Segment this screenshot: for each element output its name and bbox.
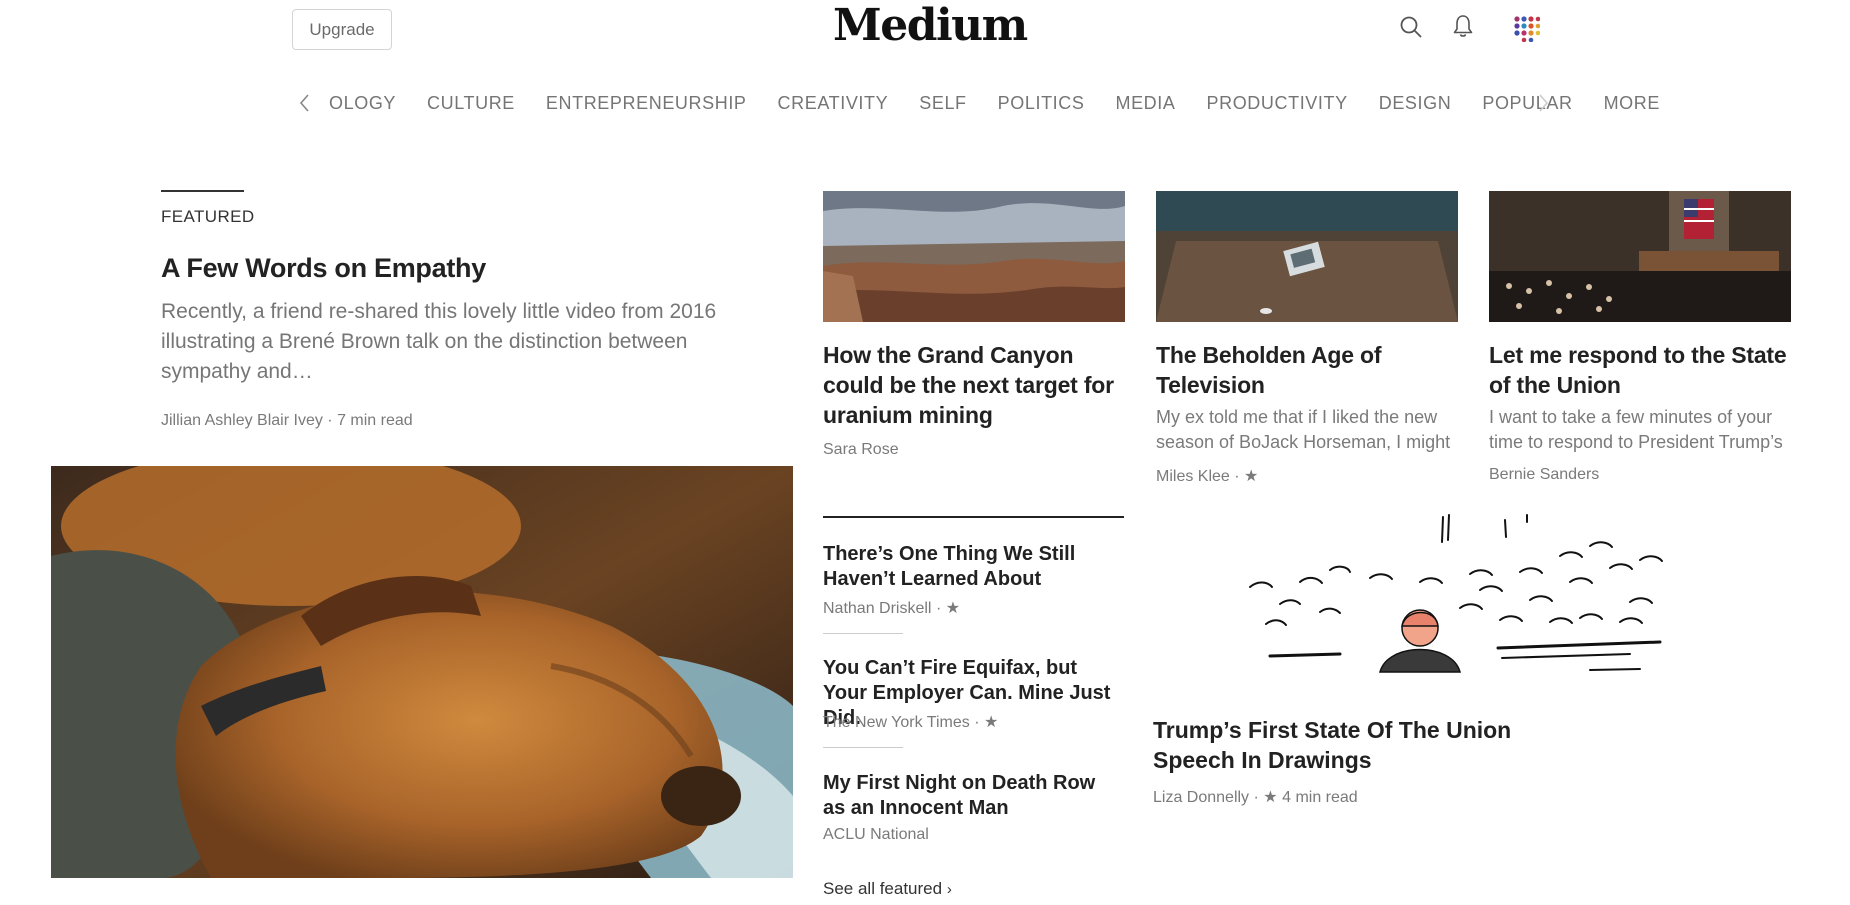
search-icon[interactable] <box>1398 14 1424 40</box>
card-meta-beholden-age: Miles Klee · ★ <box>1156 466 1258 486</box>
topic-popular[interactable]: POPULAR <box>1482 93 1572 114</box>
meta-dot: · <box>974 714 984 731</box>
star-icon: ★ <box>983 714 999 731</box>
featured-author[interactable]: Jillian Ashley Blair Ivey <box>161 412 323 429</box>
chevron-right-icon: › <box>946 881 952 898</box>
list-separator <box>823 633 903 634</box>
list-author-death-row[interactable]: ACLU National <box>823 826 929 844</box>
see-all-featured-link[interactable]: See all featured › <box>823 879 952 899</box>
topic-politics[interactable]: POLITICS <box>998 93 1085 114</box>
topic-self[interactable]: SELF <box>919 93 966 114</box>
topic-productivity[interactable]: PRODUCTIVITY <box>1207 93 1348 114</box>
topic-entrepreneurship[interactable]: ENTREPRENEURSHIP <box>546 93 747 114</box>
apps-icon[interactable] <box>1512 14 1540 42</box>
big-story-meta: Liza Donnelly · ★ 4 min read <box>1153 787 1358 807</box>
topic-list: OLOGY CULTURE ENTREPRENEURSHIP CREATIVIT… <box>329 88 1691 118</box>
list-author-one-thing[interactable]: Nathan Driskell <box>823 600 931 617</box>
chevron-right-icon[interactable] <box>1534 92 1552 114</box>
featured-rule <box>161 190 244 192</box>
topic-nav: OLOGY CULTURE ENTREPRENEURSHIP CREATIVIT… <box>296 88 1659 120</box>
drawing-image-state-of-union[interactable] <box>1230 512 1690 698</box>
big-story-author[interactable]: Liza Donnelly <box>1153 789 1249 806</box>
upgrade-button[interactable]: Upgrade <box>292 9 392 50</box>
list-meta-one-thing: Nathan Driskell · ★ <box>823 598 960 618</box>
list-author-equifax[interactable]: The New York Times <box>823 714 970 731</box>
card-title-grand-canyon[interactable]: How the Grand Canyon could be the next t… <box>823 340 1123 430</box>
medium-logo[interactable]: Medium <box>833 0 1028 52</box>
star-icon: ★ <box>1244 468 1259 485</box>
featured-title[interactable]: A Few Words on Empathy <box>161 253 486 284</box>
topic-media[interactable]: MEDIA <box>1115 93 1175 114</box>
list-separator <box>823 747 903 748</box>
featured-image-sleeping-dog[interactable] <box>51 466 793 878</box>
list-rule <box>823 516 1124 518</box>
featured-read-time: 7 min read <box>337 412 413 429</box>
see-all-label: See all featured <box>823 879 943 898</box>
card-title-state-of-union[interactable]: Let me respond to the State of the Union <box>1489 340 1799 400</box>
star-icon: ★ <box>945 600 961 617</box>
card-title-beholden-age[interactable]: The Beholden Age of Television <box>1156 340 1456 400</box>
meta-dot: · <box>1234 468 1245 485</box>
card-image-congress[interactable] <box>1489 191 1791 322</box>
topic-creativity[interactable]: CREATIVITY <box>778 93 889 114</box>
meta-dot: · <box>327 412 338 429</box>
list-meta-equifax: The New York Times · ★ <box>823 712 998 732</box>
meta-dot: · <box>935 600 946 617</box>
topic-culture[interactable]: CULTURE <box>427 93 515 114</box>
card-author-beholden-age[interactable]: Miles Klee <box>1156 468 1230 485</box>
big-story-read-time: 4 min read <box>1282 789 1358 806</box>
big-story-title[interactable]: Trump’s First State Of The Union Speech … <box>1153 715 1553 775</box>
topic-design[interactable]: DESIGN <box>1379 93 1452 114</box>
featured-excerpt[interactable]: Recently, a friend re-shared this lovely… <box>161 297 761 387</box>
bell-icon[interactable] <box>1450 13 1476 39</box>
meta-dot: · <box>1253 789 1264 806</box>
card-author-state-of-union[interactable]: Bernie Sanders <box>1489 466 1599 484</box>
topic-ology[interactable]: OLOGY <box>329 93 396 114</box>
topic-more[interactable]: MORE <box>1604 93 1660 114</box>
featured-label: FEATURED <box>161 207 255 226</box>
card-author-grand-canyon[interactable]: Sara Rose <box>823 441 899 459</box>
card-image-grand-canyon[interactable] <box>823 191 1125 322</box>
card-excerpt-beholden-age[interactable]: My ex told me that if I liked the new se… <box>1156 405 1456 455</box>
star-icon: ★ <box>1263 789 1278 806</box>
featured-meta: Jillian Ashley Blair Ivey · 7 min read <box>161 412 413 430</box>
card-excerpt-state-of-union[interactable]: I want to take a few minutes of your tim… <box>1489 405 1799 455</box>
list-title-one-thing[interactable]: There’s One Thing We Still Haven’t Learn… <box>823 542 1123 592</box>
list-title-death-row[interactable]: My First Night on Death Row as an Innoce… <box>823 771 1123 821</box>
chevron-left-icon[interactable] <box>296 92 314 114</box>
card-image-television[interactable] <box>1156 191 1458 322</box>
